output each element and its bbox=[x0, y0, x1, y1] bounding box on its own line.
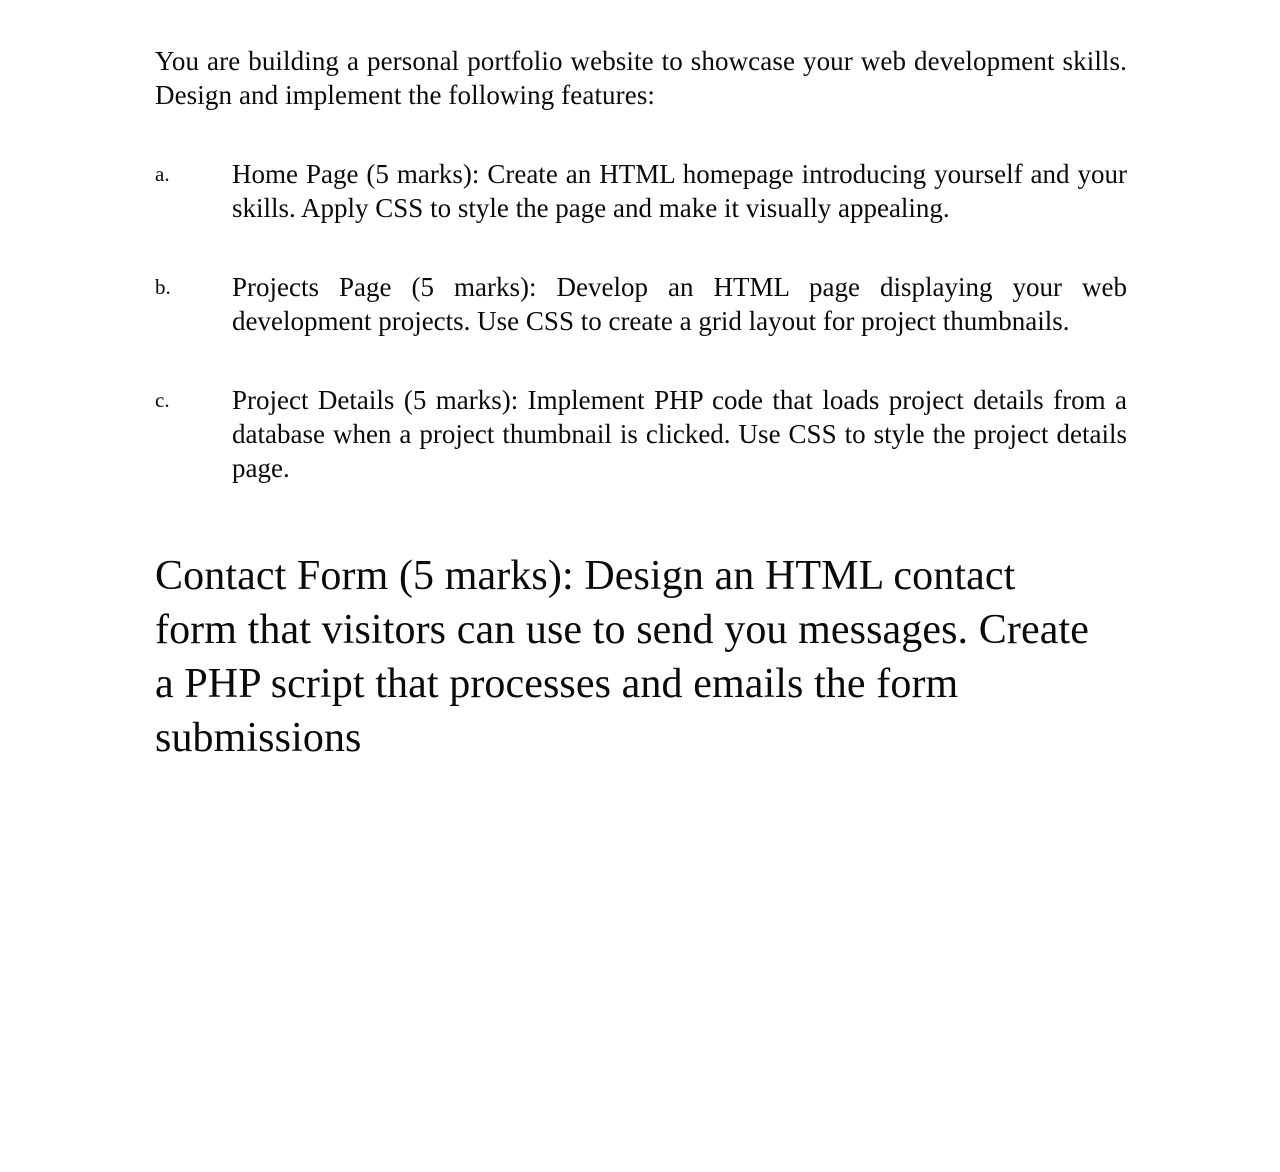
document-body: You are building a personal portfolio we… bbox=[155, 44, 1127, 765]
intro-paragraph: You are building a personal portfolio we… bbox=[155, 46, 1127, 110]
list-marker-a: a. bbox=[155, 162, 170, 186]
requirements-list: a. Home Page (5 marks): Create an HTML h… bbox=[155, 157, 1127, 485]
list-item: c. Project Details (5 marks): Implement … bbox=[155, 383, 1127, 485]
document-page: You are building a personal portfolio we… bbox=[0, 0, 1280, 1172]
closing-paragraph: Contact Form (5 marks): Design an HTML c… bbox=[155, 553, 1089, 761]
list-marker-b: b. bbox=[155, 275, 171, 299]
list-item-text-b: Projects Page (5 marks): Develop an HTML… bbox=[232, 272, 1127, 336]
list-item-text-c: Project Details (5 marks): Implement PHP… bbox=[232, 385, 1127, 483]
list-item: b. Projects Page (5 marks): Develop an H… bbox=[155, 270, 1127, 338]
list-item: a. Home Page (5 marks): Create an HTML h… bbox=[155, 157, 1127, 225]
list-item-text-a: Home Page (5 marks): Create an HTML home… bbox=[232, 159, 1127, 223]
list-marker-c: c. bbox=[155, 388, 170, 412]
